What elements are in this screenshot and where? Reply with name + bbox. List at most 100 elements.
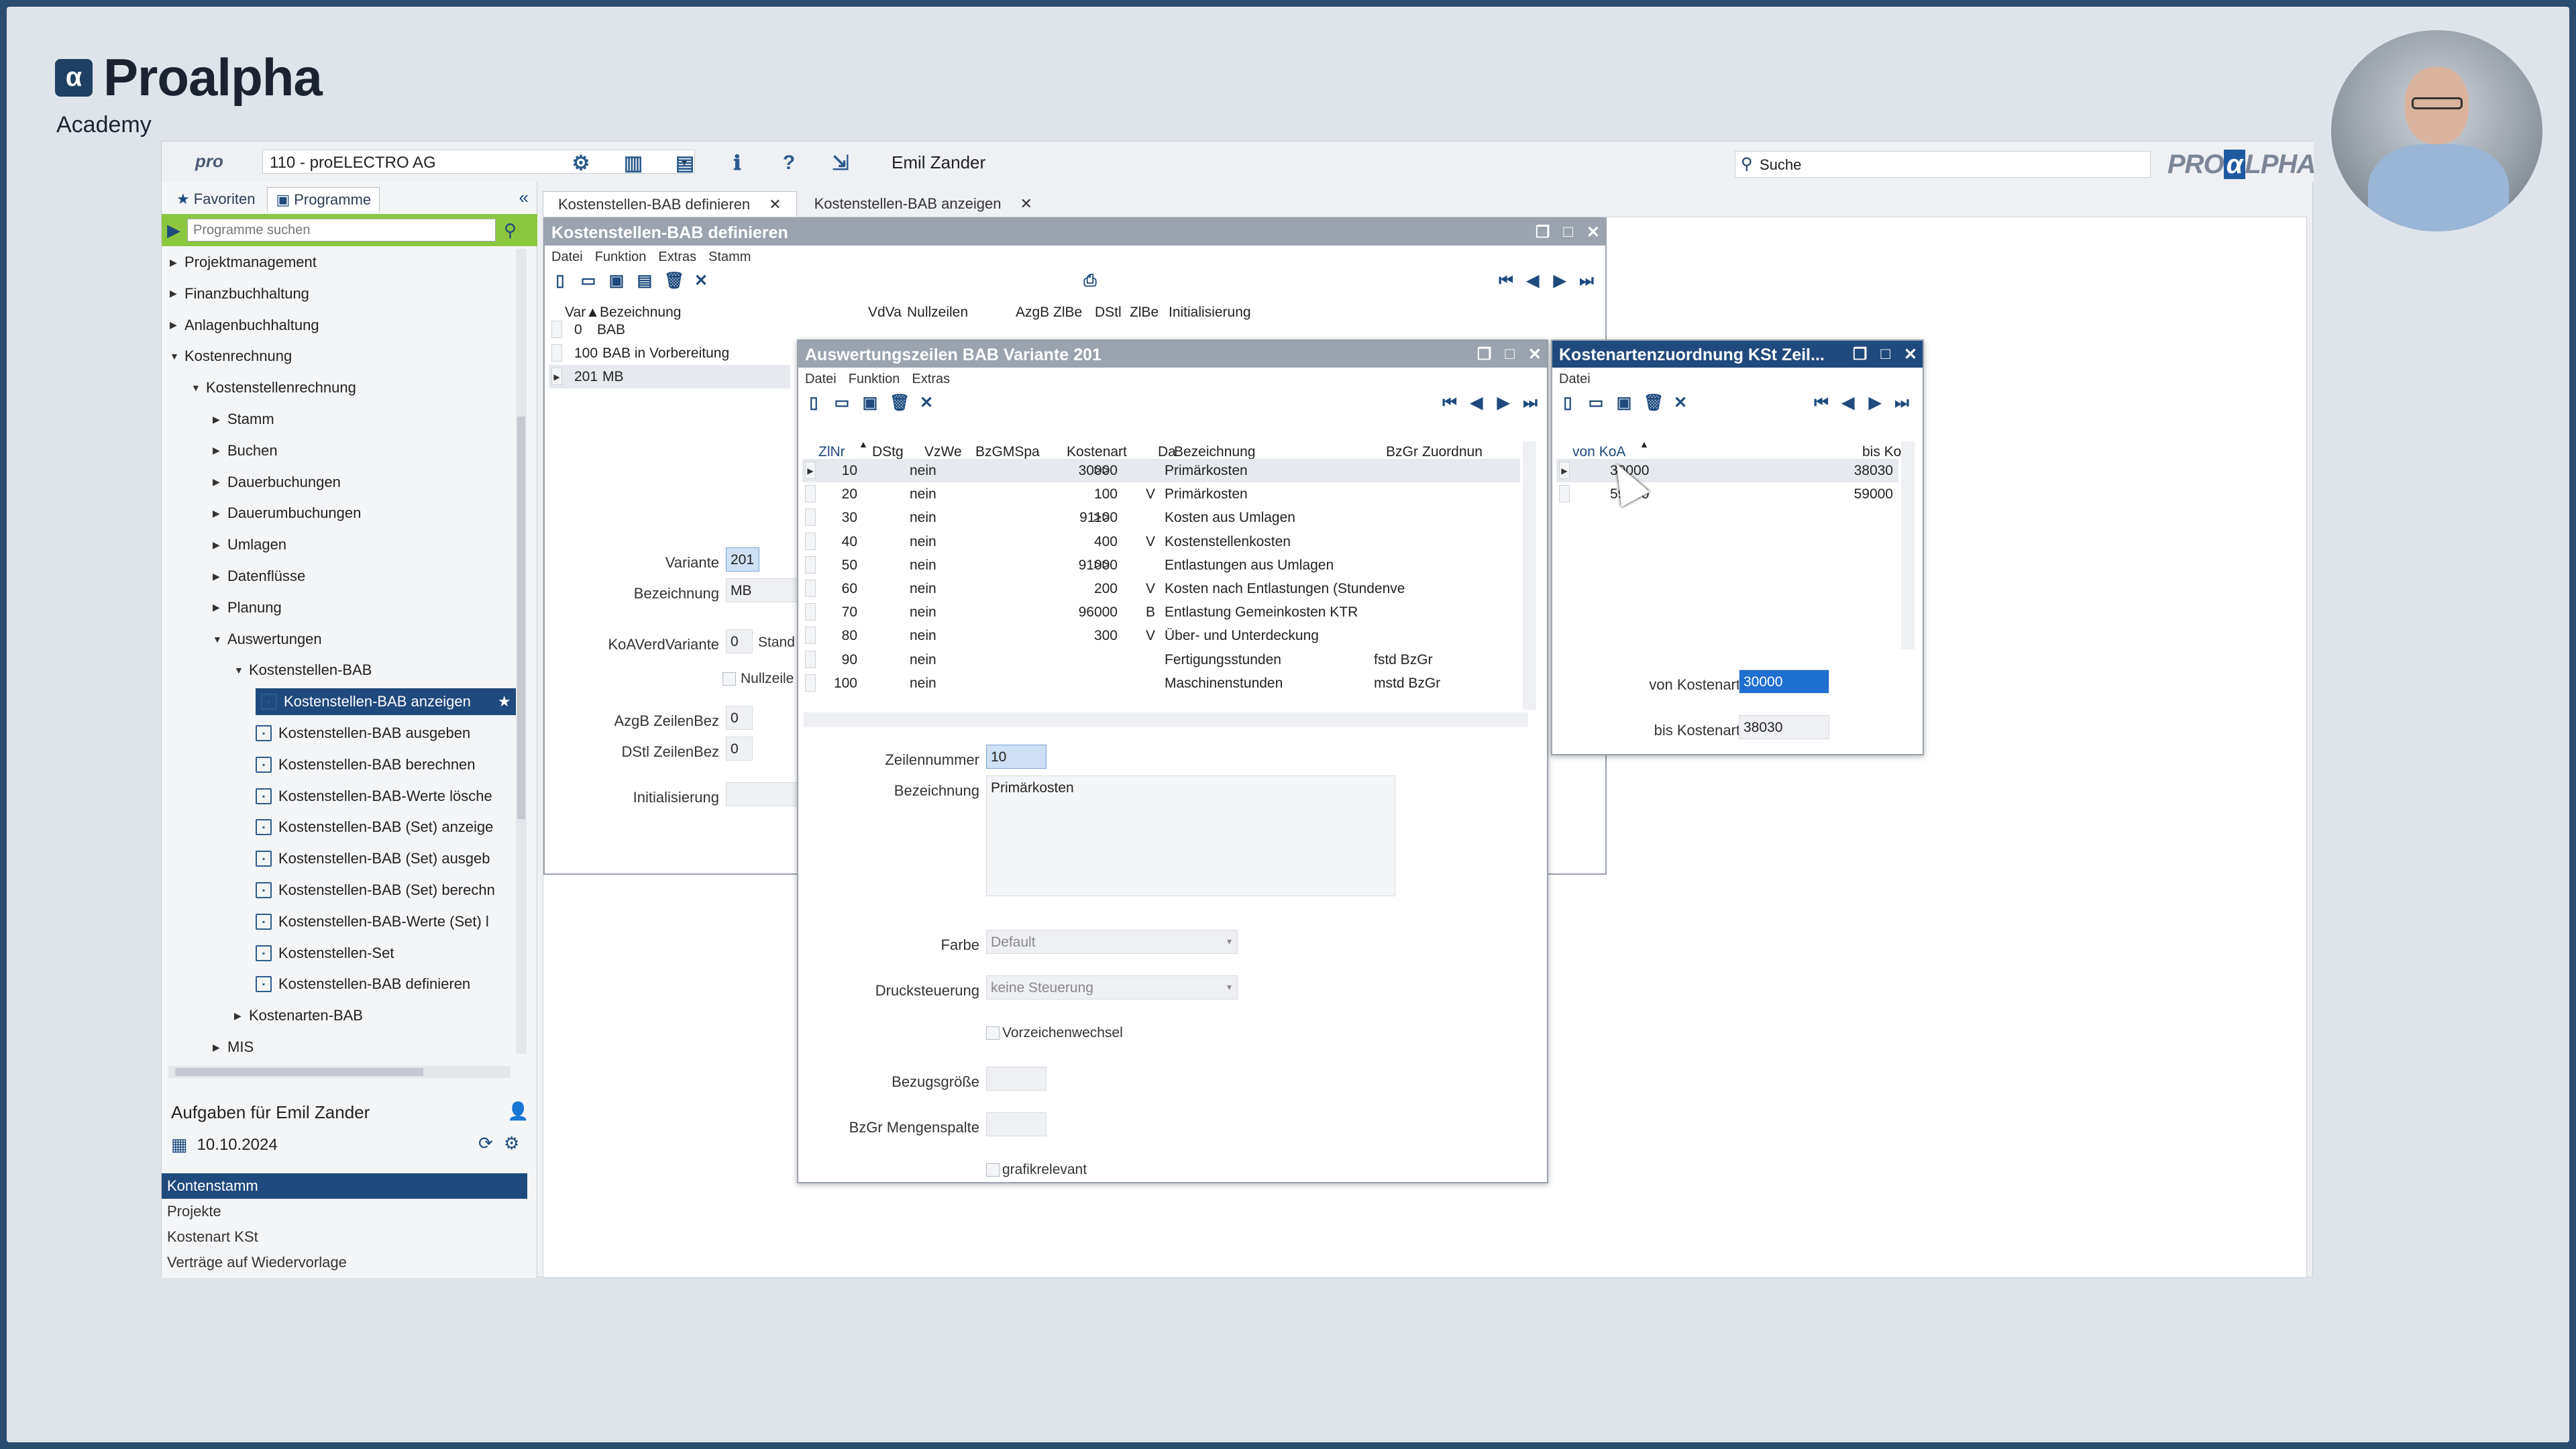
tree-item[interactable]: ▶ Dauerbuchungen: [213, 469, 341, 496]
tree-horizontal-scrollbar[interactable]: [168, 1066, 511, 1078]
cancel-icon[interactable]: ✕: [692, 272, 710, 290]
collapsed-icon[interactable]: ▶: [170, 319, 178, 331]
menu-datei[interactable]: Datei: [551, 250, 583, 264]
row-marker[interactable]: [805, 508, 816, 527]
dstl-field[interactable]: 0: [726, 737, 753, 761]
tree-item[interactable]: ▪ Kostenstellen-BAB-Werte (Set) l: [256, 908, 489, 935]
grid-horizontal-scrollbar[interactable]: [804, 712, 1528, 727]
row-marker[interactable]: [551, 321, 562, 338]
tab-bab-anzeigen[interactable]: Kostenstellen-BAB anzeigen ✕: [800, 191, 1047, 217]
variante-field[interactable]: 201: [726, 547, 759, 572]
expanded-icon[interactable]: ▼: [234, 665, 244, 676]
tree-item[interactable]: ▶ Kostenarten-BAB: [234, 1002, 363, 1029]
first-record-icon[interactable]: ⏮: [1441, 394, 1458, 412]
grid-vertical-scrollbar[interactable]: [1523, 441, 1536, 710]
tree-item[interactable]: ▪ Kostenstellen-BAB (Set) berechn: [256, 877, 495, 904]
help-icon[interactable]: ?: [775, 151, 802, 175]
tree-item[interactable]: ▶ Anlagenbuchhaltung: [170, 312, 319, 339]
zeilennummer-field[interactable]: 10: [986, 745, 1046, 769]
farbe-select[interactable]: Default ▾: [986, 930, 1238, 954]
restore-icon[interactable]: ❐: [1477, 345, 1492, 364]
prev-record-icon[interactable]: ◀: [1839, 394, 1857, 412]
tree-item[interactable]: ▶ MIS: [213, 1034, 254, 1061]
favorite-star-icon[interactable]: ★: [498, 693, 511, 710]
table-row[interactable]: 100 BAB in Vorbereitung: [549, 341, 790, 365]
close-icon[interactable]: ✕: [1528, 345, 1542, 364]
table-row[interactable]: ▶ 10 nein 30000 >> Primärkosten: [802, 459, 1520, 482]
cancel-icon[interactable]: ✕: [1672, 394, 1689, 412]
tree-item[interactable]: ▪ Kostenstellen-BAB (Set) anzeige: [256, 814, 493, 841]
open-icon[interactable]: ▭: [580, 272, 597, 290]
task-item[interactable]: Projekte: [162, 1199, 527, 1224]
tree-item[interactable]: ▶ Projektmanagement: [170, 249, 317, 276]
person-icon[interactable]: 👤: [507, 1101, 529, 1122]
save-icon[interactable]: ▣: [1615, 394, 1633, 412]
row-marker[interactable]: [551, 344, 562, 362]
menu-extras[interactable]: Extras: [912, 372, 950, 386]
maximize-icon[interactable]: □: [1880, 345, 1890, 364]
azgb-field[interactable]: 0: [726, 706, 753, 730]
maximize-icon[interactable]: □: [1563, 223, 1573, 242]
table-row[interactable]: 70 nein 96000 B Entlastung Gemeinkosten KTR: [802, 600, 1520, 624]
col-zlnr[interactable]: ZlNr: [818, 444, 845, 460]
tree-item[interactable]: ▼ Kostenrechnung: [170, 343, 292, 370]
tab-programme[interactable]: ▣ Programme: [267, 187, 380, 211]
expanded-icon[interactable]: ▼: [170, 351, 179, 362]
tree-item[interactable]: ▶ Stamm: [213, 406, 274, 433]
program-search-input[interactable]: [187, 219, 496, 241]
row-marker[interactable]: [805, 674, 816, 692]
collapsed-icon[interactable]: ▶: [213, 1042, 221, 1053]
delete-icon[interactable]: 🗑: [664, 272, 684, 290]
new-icon[interactable]: ▯: [805, 394, 822, 412]
collapsed-icon[interactable]: ▶: [213, 539, 221, 551]
col-zlbe2[interactable]: ZlBe: [1130, 305, 1159, 321]
row-marker[interactable]: [1559, 485, 1570, 502]
play-icon[interactable]: ▶: [167, 220, 180, 241]
close-icon[interactable]: ✕: [769, 196, 781, 213]
table-row[interactable]: 59000 59000: [1556, 482, 1898, 506]
tree-item[interactable]: ▼ Kostenstellen-BAB: [234, 657, 372, 684]
collapsed-icon[interactable]: ▶: [213, 602, 221, 613]
refresh-icon[interactable]: ⟳: [478, 1133, 493, 1154]
pro-logo[interactable]: pro: [195, 151, 223, 172]
menu-funktion[interactable]: Funktion: [849, 372, 900, 386]
close-icon[interactable]: ✕: [1904, 345, 1917, 364]
tree-item[interactable]: ▪ Kostenstellen-BAB berechnen: [256, 751, 476, 778]
restore-icon[interactable]: ❐: [1536, 223, 1550, 242]
menu-datei[interactable]: Datei: [805, 372, 837, 386]
next-record-icon[interactable]: ▶: [1551, 272, 1568, 290]
bezugsgroesse-field[interactable]: [986, 1067, 1046, 1091]
collapsed-icon[interactable]: ▶: [213, 508, 221, 519]
col-da[interactable]: Da: [1158, 444, 1176, 460]
row-marker[interactable]: [805, 532, 816, 550]
row-marker[interactable]: ▶: [551, 368, 562, 385]
row-marker[interactable]: [805, 650, 816, 668]
von-kostenart-field[interactable]: 30000: [1739, 669, 1829, 694]
col-zlbe[interactable]: ZlBe: [1053, 305, 1082, 321]
collapsed-icon[interactable]: ▶: [213, 571, 221, 582]
tab-bab-definieren[interactable]: Kostenstellen-BAB definieren ✕: [543, 191, 797, 217]
open-icon[interactable]: ▭: [833, 394, 851, 412]
prev-record-icon[interactable]: ◀: [1468, 394, 1485, 412]
close-icon[interactable]: ✕: [1020, 195, 1032, 213]
prev-record-icon[interactable]: ◀: [1524, 272, 1542, 290]
tree-item[interactable]: ▶ Buchen: [213, 437, 278, 464]
table-row[interactable]: 40 nein 400 V Kostenstellenkosten: [802, 530, 1520, 553]
col-kostenart[interactable]: Kostenart: [1067, 444, 1127, 460]
bezeichnung-field[interactable]: MB: [726, 578, 800, 602]
col-vdva[interactable]: VdVa: [868, 305, 902, 321]
tree-item[interactable]: ▶ Dauerumbuchungen: [213, 500, 361, 527]
maximize-icon[interactable]: □: [1505, 345, 1515, 364]
global-search-input[interactable]: ⚲ Suche: [1735, 151, 2151, 178]
first-record-icon[interactable]: ⏮: [1497, 272, 1515, 290]
tree-item[interactable]: ▶ Planung: [213, 594, 282, 621]
table-row[interactable]: 90 nein Fertigungsstunden fstd BzGr: [802, 648, 1520, 672]
menu-extras[interactable]: Extras: [658, 250, 696, 264]
table-row[interactable]: 100 nein Maschinenstunden mstd BzGr: [802, 672, 1520, 695]
col-zuordnung[interactable]: Zuordnun: [1422, 444, 1483, 460]
table-row[interactable]: 30 nein 91100 >> Kosten aus Umlagen: [802, 506, 1520, 529]
vorzeichenwechsel-checkbox[interactable]: [986, 1026, 1000, 1040]
task-item[interactable]: Kontenstamm: [162, 1173, 527, 1199]
tree-item[interactable]: ▪ Kostenstellen-Set: [256, 940, 394, 967]
save-icon[interactable]: ▣: [608, 272, 625, 290]
